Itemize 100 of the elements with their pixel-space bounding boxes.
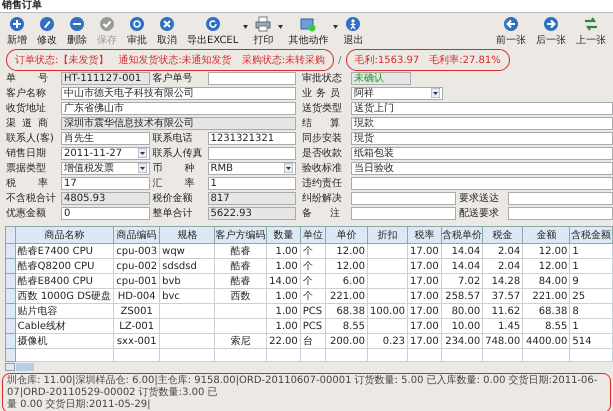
- table-cell: 8: [570, 304, 612, 318]
- input-field[interactable]: [208, 72, 296, 84]
- minus-icon: [69, 16, 85, 32]
- row-header[interactable]: [6, 318, 16, 334]
- table-cell: 个: [300, 244, 326, 258]
- input-field[interactable]: 現款: [351, 116, 613, 130]
- table-cell: PCS: [300, 304, 326, 318]
- toolbar-button[interactable]: 删除: [62, 15, 92, 48]
- separator-text: /: [338, 54, 342, 66]
- field-label: 销售日期: [6, 146, 47, 160]
- table-cell: 1: [570, 318, 612, 334]
- input-field[interactable]: 1231321321: [208, 132, 296, 144]
- table-cell: sdsdsd: [160, 258, 215, 274]
- column-header[interactable]: 商品编码: [114, 226, 160, 244]
- column-header[interactable]: 商品名称: [15, 226, 114, 244]
- column-header[interactable]: 单价: [325, 226, 368, 244]
- toolbar-button[interactable]: 其他动作: [283, 15, 334, 48]
- toolbar-button[interactable]: 取消: [152, 15, 182, 48]
- table-cell: 234.00: [441, 334, 483, 348]
- table-cell: 酷睿Q8200 CPU: [15, 258, 114, 274]
- dropdown-field[interactable]: 阿祥: [351, 86, 443, 100]
- input-field[interactable]: 纸箱包装: [351, 146, 613, 160]
- table-cell: 9: [570, 274, 612, 288]
- table-cell: 索尼: [214, 334, 266, 348]
- table-cell: 17.00: [408, 318, 442, 334]
- field-label: 纠纷解决: [302, 192, 343, 205]
- toolbar-button[interactable]: 上一张: [571, 15, 611, 48]
- printer-icon: [255, 16, 272, 32]
- table-cell: 酷睿E8400 CPU: [15, 274, 114, 288]
- input-field[interactable]: [351, 176, 613, 190]
- table-cell: bvc: [160, 288, 215, 304]
- readonly-field: 4805.93: [61, 192, 150, 204]
- date-field[interactable]: 2011-11-27: [61, 146, 150, 160]
- input-field[interactable]: [351, 192, 456, 204]
- toolbar-button[interactable]: 导出EXCEL: [182, 15, 244, 48]
- table-cell: 17.00: [408, 288, 442, 304]
- dropdown-field[interactable]: 增值税发票: [61, 162, 150, 174]
- table-cell: 2.04: [482, 258, 523, 274]
- row-header[interactable]: [6, 304, 16, 318]
- input-field[interactable]: 1: [208, 176, 296, 190]
- toolbar-button[interactable]: 新增: [2, 15, 32, 48]
- column-header[interactable]: 税金: [482, 226, 523, 244]
- toolbar-button[interactable]: 前一张: [491, 15, 531, 48]
- table-cell: 7.02: [441, 274, 483, 288]
- table-cell: 1.00: [266, 318, 300, 334]
- column-header[interactable]: 折扣: [368, 226, 408, 244]
- stock-info-text: 量 0.00 交货日期:2011-05-29|: [7, 399, 152, 411]
- column-header[interactable]: 税率: [408, 226, 442, 244]
- table-cell: [214, 318, 266, 334]
- table-cell: [368, 288, 408, 304]
- caret-icon[interactable]: [278, 25, 284, 29]
- input-field[interactable]: 广东省佛山市: [61, 102, 296, 114]
- row-header[interactable]: [6, 288, 16, 304]
- toolbar-button[interactable]: 打印: [248, 15, 278, 48]
- table-cell: 514: [570, 334, 612, 348]
- column-header[interactable]: 含税单价: [441, 226, 483, 244]
- input-field[interactable]: 現货: [351, 132, 613, 144]
- input-field[interactable]: 送货上门: [351, 102, 613, 114]
- readonly-field: 5622.93: [208, 206, 296, 220]
- input-field[interactable]: 17: [61, 176, 150, 190]
- field-label: 优惠金额: [6, 206, 47, 220]
- input-field[interactable]: [351, 206, 456, 220]
- column-header[interactable]: 单位: [300, 226, 326, 244]
- status-text: 订单状态:【未发货】: [15, 54, 108, 67]
- column-header[interactable]: 客户方编码: [214, 226, 266, 244]
- caret-icon[interactable]: [138, 163, 146, 173]
- input-field[interactable]: 中山市德天电子科技有限公司: [61, 86, 296, 100]
- table-cell: 11.62: [482, 304, 523, 318]
- input-field[interactable]: [208, 146, 296, 160]
- input-field[interactable]: [508, 206, 613, 220]
- row-header[interactable]: [6, 334, 16, 348]
- toolbar-button[interactable]: 审批: [122, 15, 152, 48]
- caret-icon[interactable]: [431, 88, 440, 98]
- table-cell: 12.00: [522, 244, 570, 258]
- caret-icon[interactable]: [138, 148, 146, 158]
- row-header[interactable]: [6, 258, 16, 274]
- toolbar-button[interactable]: 修改: [32, 15, 62, 48]
- column-header[interactable]: 数量: [266, 226, 300, 244]
- input-field[interactable]: [508, 192, 613, 204]
- table-cell: 台: [300, 334, 326, 348]
- column-header[interactable]: 金额: [522, 226, 570, 244]
- row-header[interactable]: [6, 244, 16, 258]
- field-label: 税价金额: [152, 192, 194, 205]
- plus-icon: [9, 16, 25, 32]
- input-field[interactable]: 0: [61, 206, 150, 220]
- toolbar-button[interactable]: 后一张: [531, 15, 571, 48]
- caret-icon[interactable]: [284, 163, 293, 173]
- caret-icon[interactable]: [333, 25, 338, 29]
- row-header[interactable]: [6, 274, 16, 288]
- dropdown-field[interactable]: RMB: [208, 162, 296, 174]
- row-header[interactable]: [6, 348, 16, 362]
- column-header[interactable]: 含税金额: [570, 226, 612, 244]
- caret-icon[interactable]: [243, 25, 248, 29]
- table-cell: cpu-002: [114, 258, 160, 274]
- field-label: 联系电话: [152, 132, 194, 145]
- toolbar-button[interactable]: 退出: [338, 15, 368, 48]
- input-field[interactable]: 肖先生: [61, 132, 150, 144]
- input-field[interactable]: 当日验收: [351, 162, 613, 174]
- column-header[interactable]: 规格: [160, 226, 215, 244]
- table-cell: HD-004: [114, 288, 160, 304]
